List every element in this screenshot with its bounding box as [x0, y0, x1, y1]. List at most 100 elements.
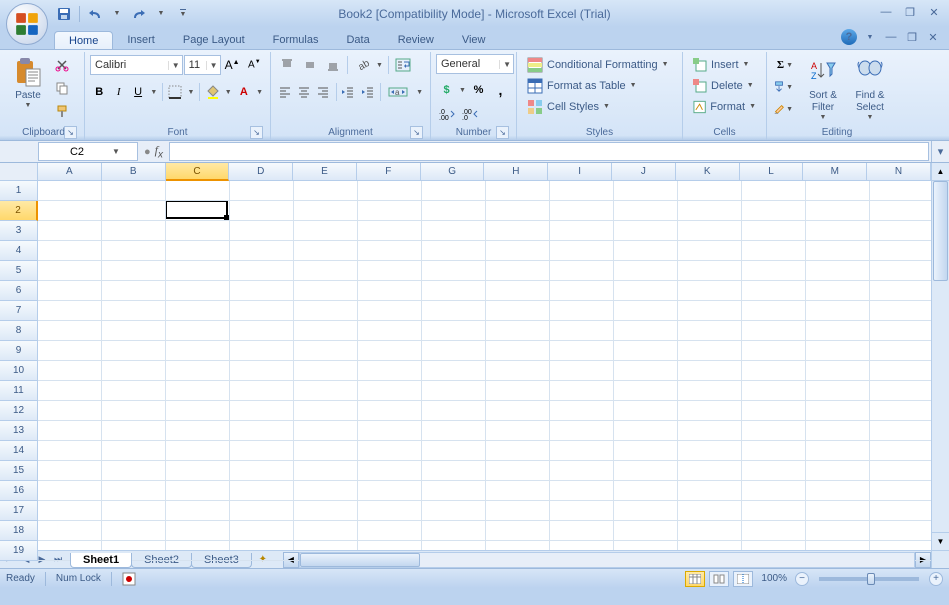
- row-header-14[interactable]: 14: [0, 441, 38, 461]
- merge-center-button[interactable]: a: [384, 81, 414, 103]
- row-header-7[interactable]: 7: [0, 301, 38, 321]
- column-header-L[interactable]: L: [740, 163, 804, 181]
- align-bottom-button[interactable]: [322, 54, 344, 76]
- zoom-slider-thumb[interactable]: [867, 573, 875, 585]
- shrink-font-button[interactable]: A▼: [244, 54, 265, 76]
- save-button[interactable]: [54, 4, 74, 24]
- border-button[interactable]: [166, 81, 184, 103]
- zoom-slider[interactable]: [819, 577, 919, 581]
- scroll-up-button[interactable]: ▲: [932, 163, 949, 181]
- column-header-M[interactable]: M: [803, 163, 867, 181]
- align-center-button[interactable]: [295, 81, 313, 103]
- align-left-button[interactable]: [276, 81, 294, 103]
- undo-button[interactable]: [85, 4, 105, 24]
- border-dropdown[interactable]: ▼: [186, 89, 197, 96]
- undo-dropdown[interactable]: ▼: [107, 4, 127, 24]
- vertical-scroll-thumb[interactable]: [933, 181, 948, 281]
- decrease-decimal-button[interactable]: .00.0: [459, 103, 481, 125]
- font-color-button[interactable]: A: [235, 81, 253, 103]
- mdi-restore-button[interactable]: ❐: [904, 29, 920, 45]
- tab-formulas[interactable]: Formulas: [259, 31, 333, 49]
- select-all-corner[interactable]: [0, 163, 38, 181]
- fill-color-dropdown[interactable]: ▼: [223, 89, 234, 96]
- column-header-G[interactable]: G: [421, 163, 485, 181]
- row-header-19[interactable]: 19: [0, 541, 38, 561]
- scroll-down-button[interactable]: ▼: [932, 532, 949, 550]
- row-header-13[interactable]: 13: [0, 421, 38, 441]
- sort-filter-button[interactable]: AZ Sort & Filter▼: [801, 54, 845, 126]
- cut-button[interactable]: [51, 54, 73, 76]
- format-as-table-button[interactable]: Format as Table▼: [522, 75, 677, 96]
- align-top-button[interactable]: [276, 54, 298, 76]
- zoom-out-button[interactable]: −: [795, 572, 809, 586]
- align-middle-button[interactable]: [299, 54, 321, 76]
- wrap-text-button[interactable]: [392, 54, 414, 76]
- format-cells-button[interactable]: Format▼: [688, 96, 761, 117]
- number-launcher[interactable]: ↘: [496, 126, 509, 139]
- cell-styles-button[interactable]: Cell Styles▼: [522, 96, 677, 117]
- tab-data[interactable]: Data: [332, 31, 383, 49]
- column-header-K[interactable]: K: [676, 163, 740, 181]
- restore-button[interactable]: ❐: [901, 4, 919, 20]
- column-header-I[interactable]: I: [548, 163, 612, 181]
- view-normal-button[interactable]: [685, 571, 705, 587]
- row-header-3[interactable]: 3: [0, 221, 38, 241]
- font-size-combo[interactable]: 11▼: [184, 55, 221, 75]
- merge-dropdown[interactable]: ▼: [414, 89, 425, 96]
- view-page-break-button[interactable]: [733, 571, 753, 587]
- row-header-10[interactable]: 10: [0, 361, 38, 381]
- fill-color-button[interactable]: [203, 81, 221, 103]
- help-dropdown[interactable]: ▼: [862, 29, 878, 45]
- accounting-button[interactable]: $: [436, 79, 457, 101]
- redo-button[interactable]: [129, 4, 149, 24]
- number-format-combo[interactable]: General▼: [436, 54, 514, 74]
- font-name-combo[interactable]: Calibri▼: [90, 55, 183, 75]
- row-header-6[interactable]: 6: [0, 281, 38, 301]
- zoom-level[interactable]: 100%: [761, 573, 787, 584]
- help-button[interactable]: ?: [841, 29, 857, 45]
- column-header-C[interactable]: C: [166, 163, 230, 181]
- tab-view[interactable]: View: [448, 31, 500, 49]
- font-color-dropdown[interactable]: ▼: [254, 89, 265, 96]
- mdi-close-button[interactable]: ✕: [925, 29, 941, 45]
- column-header-N[interactable]: N: [867, 163, 931, 181]
- column-header-J[interactable]: J: [612, 163, 676, 181]
- qat-customize[interactable]: ▼: [173, 4, 193, 24]
- comma-button[interactable]: ,: [490, 79, 511, 101]
- macro-record-button[interactable]: [122, 572, 136, 586]
- row-header-18[interactable]: 18: [0, 521, 38, 541]
- minimize-button[interactable]: —: [877, 4, 895, 20]
- formula-expand-button[interactable]: ▾: [931, 141, 949, 162]
- sheet-tab-sheet1[interactable]: Sheet1: [70, 553, 132, 568]
- underline-button[interactable]: U: [129, 81, 147, 103]
- accounting-dropdown[interactable]: ▼: [458, 87, 467, 94]
- insert-cells-button[interactable]: Insert▼: [688, 54, 761, 75]
- increase-decimal-button[interactable]: .0.00: [436, 103, 458, 125]
- italic-button[interactable]: I: [109, 81, 127, 103]
- tab-home[interactable]: Home: [54, 31, 113, 49]
- fx-button[interactable]: fx: [155, 143, 163, 160]
- zoom-in-button[interactable]: +: [929, 572, 943, 586]
- find-select-button[interactable]: Find & Select▼: [848, 54, 892, 126]
- grow-font-button[interactable]: A▲: [222, 54, 243, 76]
- fill-button[interactable]: ▼: [772, 76, 794, 98]
- orientation-dropdown[interactable]: ▼: [374, 62, 385, 69]
- row-header-4[interactable]: 4: [0, 241, 38, 261]
- row-header-11[interactable]: 11: [0, 381, 38, 401]
- vertical-scrollbar[interactable]: ▲ ▼: [931, 163, 949, 550]
- align-right-button[interactable]: [314, 81, 332, 103]
- increase-indent-button[interactable]: [359, 81, 377, 103]
- name-box-input[interactable]: [42, 146, 112, 158]
- clipboard-launcher[interactable]: ↘: [64, 126, 77, 139]
- view-page-layout-button[interactable]: [709, 571, 729, 587]
- row-header-2[interactable]: 2: [0, 201, 38, 221]
- row-header-1[interactable]: 1: [0, 181, 38, 201]
- bold-button[interactable]: B: [90, 81, 108, 103]
- font-launcher[interactable]: ↘: [250, 126, 263, 139]
- column-header-F[interactable]: F: [357, 163, 421, 181]
- tab-insert[interactable]: Insert: [113, 31, 169, 49]
- row-header-16[interactable]: 16: [0, 481, 38, 501]
- tab-page-layout[interactable]: Page Layout: [169, 31, 259, 49]
- percent-button[interactable]: %: [468, 79, 489, 101]
- row-header-12[interactable]: 12: [0, 401, 38, 421]
